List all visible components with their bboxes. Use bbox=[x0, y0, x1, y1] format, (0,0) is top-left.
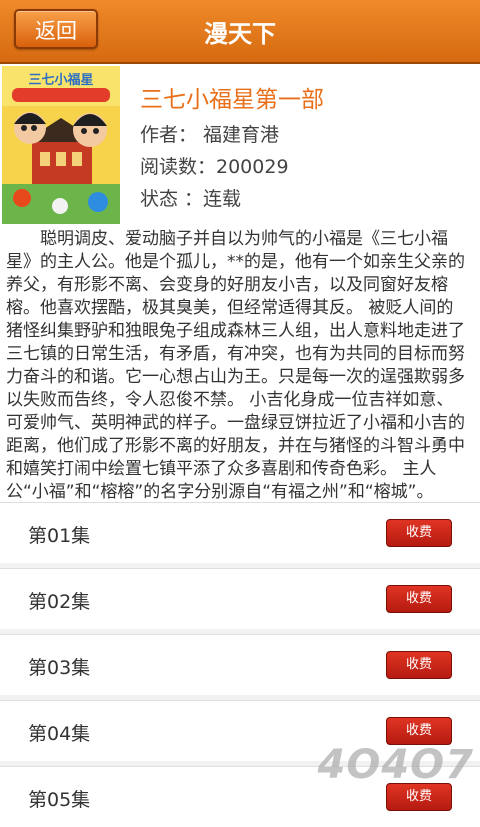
title-bar: 返回 漫天下 bbox=[0, 0, 480, 64]
book-read-count: 阅读数：200029 bbox=[140, 156, 289, 178]
book-title: 三七小福星第一部 bbox=[140, 87, 324, 113]
episode-label: 第02集 bbox=[28, 591, 91, 613]
episode-label: 第01集 bbox=[28, 525, 91, 547]
fee-button[interactable]: 收费 bbox=[386, 519, 452, 547]
episode-item[interactable]: 第01集 收费 bbox=[0, 502, 480, 563]
book-cover-image: 三七小福星 bbox=[2, 66, 120, 224]
episode-item[interactable]: 第03集 收费 bbox=[0, 634, 480, 695]
watermark-logo: 4O4O7 bbox=[317, 742, 474, 788]
cover-caption: 三七小福星 bbox=[28, 72, 93, 88]
episode-label: 第05集 bbox=[28, 789, 91, 811]
fee-button[interactable]: 收费 bbox=[386, 585, 452, 613]
book-summary: 聪明调皮、爱动脑子并自以为帅气的小福是《三七小福星》的主人公。他是个孤儿，**的… bbox=[6, 229, 465, 502]
book-status: 状态 ：连载 bbox=[140, 188, 242, 210]
fee-button[interactable]: 收费 bbox=[386, 651, 452, 679]
episode-label: 第04集 bbox=[28, 723, 91, 745]
fee-button[interactable]: 收费 bbox=[386, 717, 452, 745]
book-info: 三七小福星 三七小福星第一部 作者： 福建育港 阅读数：200029 状态 ：连… bbox=[0, 66, 480, 226]
episode-item[interactable]: 第02集 收费 bbox=[0, 568, 480, 629]
book-author: 作者： 福建育港 bbox=[140, 124, 280, 146]
page-title: 漫天下 bbox=[204, 20, 276, 48]
episode-label: 第03集 bbox=[28, 657, 91, 679]
